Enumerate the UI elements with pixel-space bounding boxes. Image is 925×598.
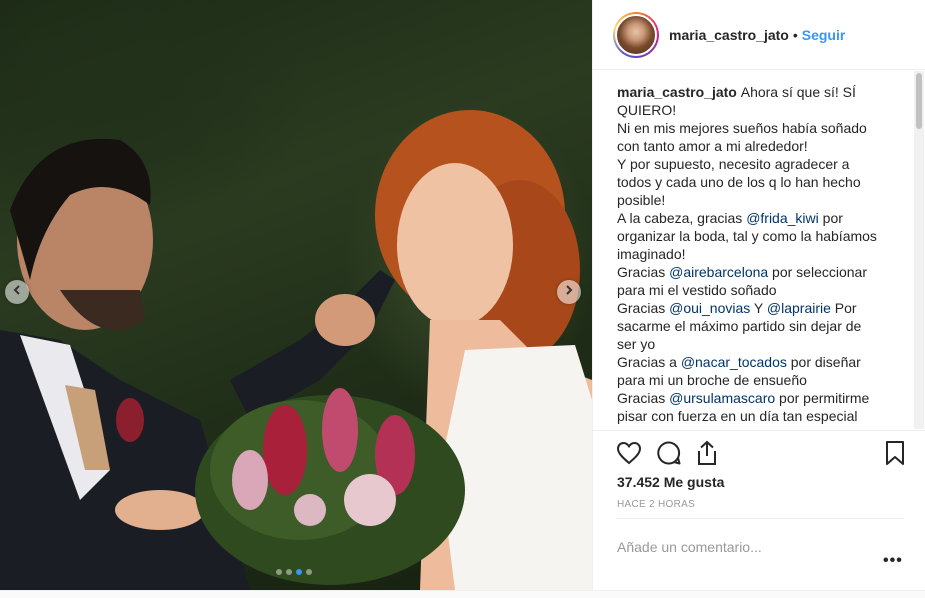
post-timestamp[interactable]: HACE 2 HORAS bbox=[617, 499, 695, 510]
post-header: maria_castro_jato • Seguir bbox=[593, 0, 925, 70]
caption-text: Y bbox=[750, 300, 767, 316]
likes-count[interactable]: 37.452 Me gusta bbox=[617, 474, 724, 490]
save-button[interactable] bbox=[881, 440, 909, 471]
like-button[interactable] bbox=[615, 441, 643, 469]
avatar-image bbox=[615, 13, 657, 56]
share-icon bbox=[695, 440, 719, 471]
comment-button[interactable] bbox=[655, 440, 683, 471]
caption: maria_castro_jato Ahora sí que sí! SÍ QUI… bbox=[593, 71, 925, 429]
carousel-next-button[interactable] bbox=[557, 280, 581, 304]
photo-illustration bbox=[0, 110, 592, 590]
caption-line: Gracias @oui_novias Y @laprairie Por bbox=[617, 299, 902, 317]
caption-text: por seleccionar bbox=[768, 264, 867, 280]
caption-text: QUIERO! bbox=[617, 102, 677, 118]
caption-line: Ni en mis mejores sueños había soñado bbox=[617, 119, 902, 137]
caption-line: Y por supuesto, necesito agradecer a bbox=[617, 155, 902, 173]
bookmark-icon bbox=[884, 440, 906, 471]
heart-icon bbox=[616, 441, 642, 470]
caption-line: A la cabeza, gracias @frida_kiwi por bbox=[617, 209, 902, 227]
caption-mention[interactable]: @frida_kiwi bbox=[746, 210, 819, 226]
header-separator: • bbox=[792, 26, 798, 43]
more-options-button[interactable]: ••• bbox=[883, 552, 903, 570]
scrollbar-thumb[interactable] bbox=[916, 73, 922, 129]
caption-line: Gracias @airebarcelona por seleccionar bbox=[617, 263, 902, 281]
caption-line: para mi el vestido soñado bbox=[617, 281, 902, 299]
caption-mention[interactable]: @ursulamascaro bbox=[669, 390, 775, 406]
post-side-panel: maria_castro_jato • Seguir maria_castro_… bbox=[592, 0, 925, 590]
caption-text: Ni en mis mejores sueños había soñado bbox=[617, 120, 867, 136]
caption-text: Por bbox=[830, 300, 857, 316]
caption-line: todos y cada uno de los q lo han hecho bbox=[617, 173, 902, 191]
caption-line: con tanto amor a mi alrededor! bbox=[617, 137, 902, 155]
comment-icon bbox=[656, 440, 682, 471]
carousel-dot bbox=[306, 569, 312, 575]
caption-text: para mi el vestido soñado bbox=[617, 282, 777, 298]
caption-line: QUIERO! bbox=[617, 101, 902, 119]
caption-text: sacarme el máximo partido sin dejar de bbox=[617, 318, 862, 334]
caption-line: sacarme el máximo partido sin dejar de bbox=[617, 317, 902, 335]
carousel-dot bbox=[286, 569, 292, 575]
caption-mention[interactable]: @..... bbox=[669, 426, 703, 429]
caption-text: Gracias bbox=[617, 426, 669, 429]
caption-text: A la cabeza, gracias bbox=[617, 210, 747, 226]
caption-line: pisar con fuerza en un día tan especial bbox=[617, 407, 902, 425]
caption-text: Ahora sí que sí! SÍ bbox=[740, 84, 856, 100]
caption-mention[interactable]: @oui_novias bbox=[669, 300, 750, 316]
caption-mention[interactable]: @...... bbox=[720, 426, 758, 429]
header-username[interactable]: maria_castro_jato bbox=[669, 27, 789, 43]
caption-mention[interactable]: @airebarcelona bbox=[669, 264, 768, 280]
post-photo[interactable] bbox=[0, 0, 592, 590]
caption-line: maria_castro_jato Ahora sí que sí! SÍ bbox=[617, 83, 902, 101]
caption-line: ser yo bbox=[617, 335, 902, 353]
caption-mention[interactable]: @laprairie bbox=[767, 300, 831, 316]
comment-input[interactable] bbox=[617, 539, 867, 555]
caption-text: ser yo bbox=[617, 336, 656, 352]
carousel-dot bbox=[276, 569, 282, 575]
caption-area[interactable]: maria_castro_jato Ahora sí que sí! SÍ QUI… bbox=[593, 71, 925, 429]
caption-text: por diseñar bbox=[786, 354, 861, 370]
caption-line: imaginado! bbox=[617, 245, 902, 263]
caption-mention[interactable]: @nacar_tocados bbox=[681, 354, 787, 370]
comment-box bbox=[617, 518, 904, 568]
action-bar bbox=[593, 430, 925, 478]
caption-line: para mi un broche de ensueño bbox=[617, 371, 902, 389]
caption-text: con tanto amor a mi alrededor! bbox=[617, 138, 808, 154]
caption-text: Gracias a bbox=[617, 354, 681, 370]
caption-line: Gracias a @nacar_tocados por diseñar bbox=[617, 353, 902, 371]
chevron-right-icon bbox=[563, 283, 575, 301]
caption-username[interactable]: maria_castro_jato bbox=[617, 84, 741, 100]
page-footer-strip bbox=[0, 590, 925, 598]
caption-text: por bbox=[818, 210, 843, 226]
follow-button[interactable]: Seguir bbox=[802, 27, 846, 43]
caption-line: Gracias @..... & @...... bbox=[617, 425, 902, 429]
avatar[interactable] bbox=[613, 11, 659, 58]
caption-text: para mi un broche de ensueño bbox=[617, 372, 807, 388]
caption-text: imaginado! bbox=[617, 246, 686, 262]
share-button[interactable] bbox=[693, 440, 721, 471]
caption-text: posible! bbox=[617, 192, 666, 208]
caption-line: posible! bbox=[617, 191, 902, 209]
carousel-dot bbox=[296, 569, 302, 575]
caption-line: organizar la boda, tal y como la habíamo… bbox=[617, 227, 902, 245]
caption-text: por permitirme bbox=[775, 390, 870, 406]
caption-text: Gracias bbox=[617, 390, 670, 406]
caption-text: Gracias bbox=[617, 300, 670, 316]
caption-text: & bbox=[703, 426, 720, 429]
caption-text: Y por supuesto, necesito agradecer a bbox=[617, 156, 850, 172]
chevron-left-icon bbox=[11, 283, 23, 301]
caption-line: Gracias @ursulamascaro por permitirme bbox=[617, 389, 902, 407]
carousel-prev-button[interactable] bbox=[5, 280, 29, 304]
caption-text: pisar con fuerza en un día tan especial bbox=[617, 408, 858, 424]
carousel-indicator bbox=[276, 569, 312, 575]
caption-text: Gracias bbox=[617, 264, 670, 280]
caption-text: todos y cada uno de los q lo han hecho bbox=[617, 174, 861, 190]
caption-text: organizar la boda, tal y como la habíamo… bbox=[617, 228, 877, 244]
